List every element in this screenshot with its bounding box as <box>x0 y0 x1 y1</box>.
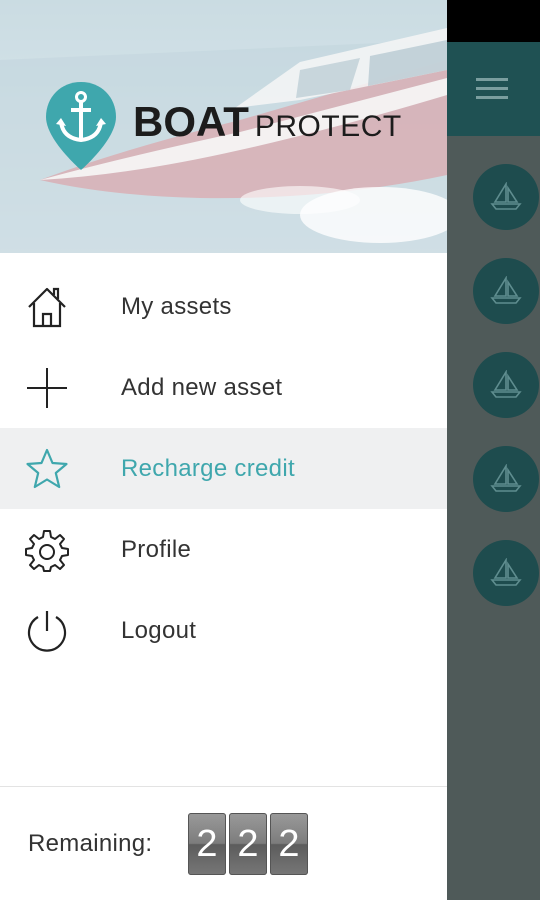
menu-label: Profile <box>121 535 192 563</box>
counter-digit: 2 <box>188 813 226 875</box>
status-bar <box>447 0 540 42</box>
menu-item-add-new-asset[interactable]: Add new asset <box>0 347 447 428</box>
brand-logo: BOAT PROTECT <box>133 98 402 146</box>
counter-digit: 2 <box>270 813 308 875</box>
sailboat-icon <box>490 276 522 304</box>
asset-list-item[interactable] <box>473 164 539 230</box>
menu-item-logout[interactable]: Logout <box>0 590 447 671</box>
menu-label: Logout <box>121 616 197 644</box>
sailboat-icon <box>490 558 522 586</box>
asset-list-item[interactable] <box>473 446 539 512</box>
gear-icon <box>24 527 70 573</box>
asset-list-item[interactable] <box>473 258 539 324</box>
sailboat-icon <box>490 370 522 398</box>
counter-digit: 2 <box>229 813 267 875</box>
plus-icon <box>24 365 70 411</box>
credit-counter: 2 2 2 <box>188 813 308 875</box>
remaining-label: Remaining: <box>28 830 153 857</box>
asset-list-item[interactable] <box>473 540 539 606</box>
menu-item-profile[interactable]: Profile <box>0 509 447 590</box>
brand-word-light: PROTECT <box>254 110 402 143</box>
menu-label: My assets <box>121 292 232 320</box>
sailboat-icon <box>490 182 522 210</box>
navigation-drawer: BOAT PROTECT My assets Add new asset Rec… <box>0 0 447 900</box>
menu-item-recharge-credit[interactable]: Recharge credit <box>0 428 447 509</box>
drawer-header: BOAT PROTECT <box>0 0 447 253</box>
anchor-pin-logo-icon <box>46 82 116 170</box>
menu-item-my-assets[interactable]: My assets <box>0 266 447 347</box>
menu-label: Recharge credit <box>121 454 295 482</box>
footer-divider <box>0 786 447 787</box>
star-icon <box>24 446 70 492</box>
drawer-menu: My assets Add new asset Recharge credit <box>0 266 447 671</box>
brand-word-bold: BOAT <box>133 98 249 145</box>
menu-label: Add new asset <box>121 373 283 401</box>
asset-list-item[interactable] <box>473 352 539 418</box>
sailboat-icon <box>490 464 522 492</box>
power-icon <box>24 608 70 654</box>
hamburger-menu-icon[interactable] <box>476 78 508 100</box>
home-icon <box>24 284 70 330</box>
